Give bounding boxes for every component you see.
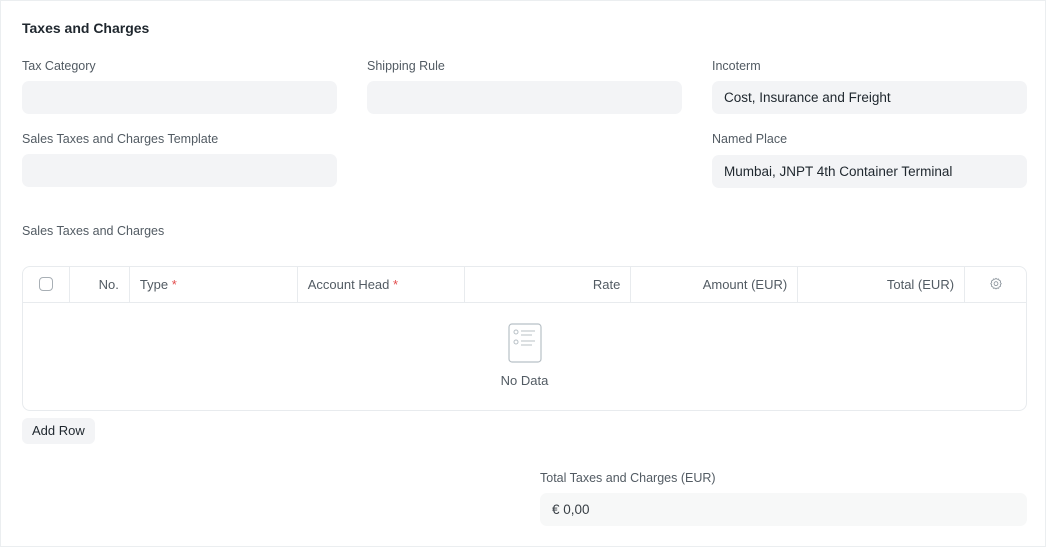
taxes-and-charges-section: Taxes and Charges Tax Category Shipping … — [0, 0, 1046, 547]
shipping-rule-label: Shipping Rule — [367, 59, 445, 73]
list-document-icon — [507, 323, 542, 363]
taxes-template-input[interactable] — [22, 154, 337, 187]
empty-state: No Data — [23, 303, 1026, 410]
named-place-input[interactable]: Mumbai, JNPT 4th Container Terminal — [712, 155, 1027, 188]
column-settings-cell[interactable] — [965, 267, 1026, 302]
taxes-table-label: Sales Taxes and Charges — [22, 224, 165, 238]
column-header-label: No. — [98, 277, 119, 292]
incoterm-input[interactable]: Cost, Insurance and Freight — [712, 81, 1027, 114]
total-taxes-value: € 0,00 — [540, 493, 1027, 526]
required-marker: * — [393, 277, 399, 292]
taxes-table: No. Type * Account Head * Rate Amount (E… — [22, 266, 1027, 411]
column-header-amount[interactable]: Amount (EUR) — [631, 267, 799, 302]
column-header-type[interactable]: Type * — [130, 267, 298, 302]
empty-state-text: No Data — [500, 373, 549, 388]
total-taxes-label: Total Taxes and Charges (EUR) — [540, 471, 716, 485]
column-header-label: Rate — [592, 277, 621, 292]
column-header-rate[interactable]: Rate — [465, 267, 632, 302]
add-row-button[interactable]: Add Row — [22, 418, 95, 444]
table-header: No. Type * Account Head * Rate Amount (E… — [23, 267, 1026, 303]
column-header-account-head[interactable]: Account Head * — [298, 267, 465, 302]
column-header-label: Type — [139, 277, 169, 292]
shipping-rule-input[interactable] — [367, 81, 682, 114]
select-all-checkbox[interactable] — [38, 277, 53, 292]
gear-icon[interactable] — [989, 277, 1003, 291]
named-place-label: Named Place — [712, 132, 788, 146]
required-marker: * — [171, 277, 177, 292]
column-header-label: Account Head — [307, 277, 390, 292]
taxes-template-label: Sales Taxes and Charges Template — [22, 132, 219, 146]
column-header-label: Total (EUR) — [886, 277, 955, 292]
column-header-no: No. — [70, 267, 130, 302]
column-header-label: Amount (EUR) — [702, 277, 788, 292]
section-title: Taxes and Charges — [22, 20, 150, 36]
column-header-total[interactable]: Total (EUR) — [798, 267, 966, 302]
select-all-cell — [23, 267, 70, 302]
tax-category-input[interactable] — [22, 81, 337, 114]
incoterm-label: Incoterm — [712, 59, 761, 73]
tax-category-label: Tax Category — [22, 59, 96, 73]
